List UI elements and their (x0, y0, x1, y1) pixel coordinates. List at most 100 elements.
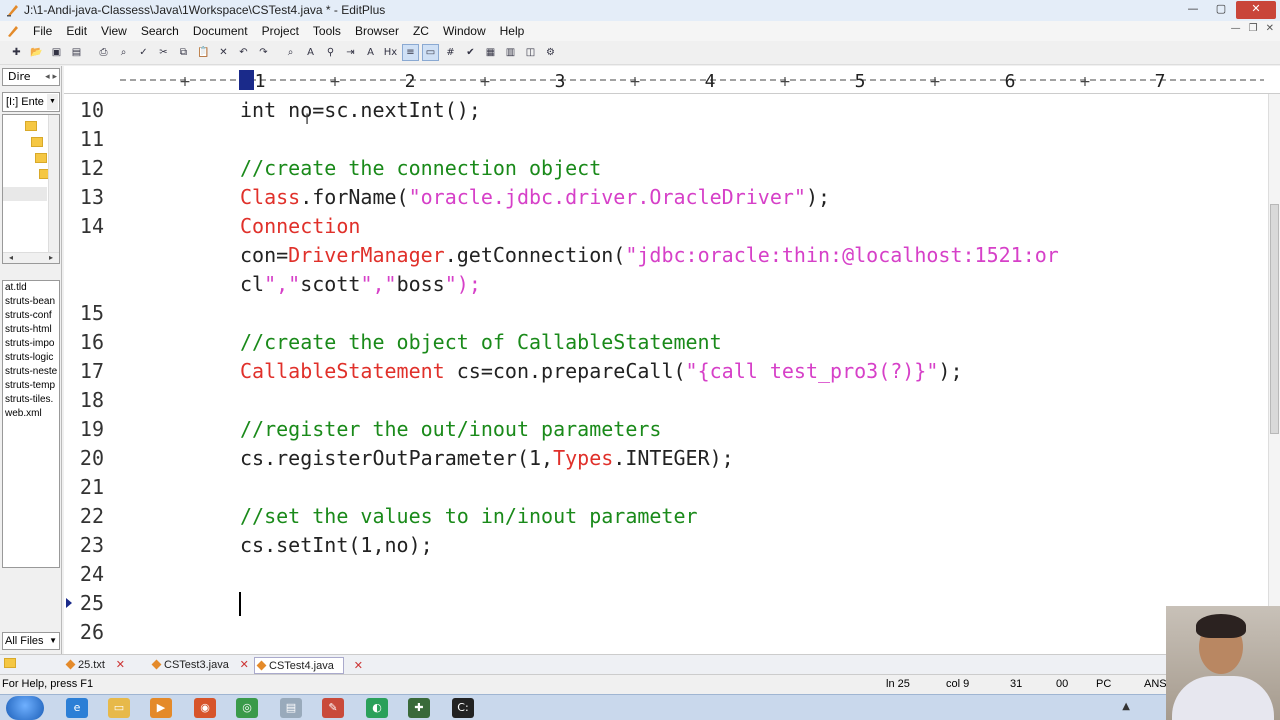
menu-file[interactable]: File (26, 24, 59, 38)
code-line[interactable]: 21 (64, 473, 1264, 502)
tab-arrows-icon[interactable]: ◂ ▸ (45, 69, 57, 85)
goto-icon[interactable]: ⇥ (342, 44, 359, 61)
close-tab-icon[interactable]: ✕ (116, 657, 125, 673)
firefox-icon[interactable]: ◉ (194, 698, 216, 718)
browser-icon[interactable]: ◫ (522, 44, 539, 61)
chrome-icon[interactable]: ◎ (236, 698, 258, 718)
list-item[interactable]: struts-tiles. (3, 393, 59, 407)
editor-scrollbar[interactable] (1268, 94, 1280, 654)
ie-icon[interactable]: e (66, 698, 88, 718)
mdi-minimize-icon[interactable]: — (1231, 23, 1241, 34)
folder-icon[interactable] (25, 121, 37, 131)
directory-tab[interactable]: Dire ◂ ▸ (2, 68, 60, 86)
find-in-files-icon[interactable]: ⚲ (322, 44, 339, 61)
editplus-taskbar-icon[interactable]: ✎ (322, 698, 344, 718)
ruler-icon[interactable]: ▭ (422, 44, 439, 61)
code-line[interactable]: 12 //create the connection object (64, 154, 1264, 183)
print-preview-icon[interactable]: ⌕ (115, 44, 132, 61)
close-tab-icon[interactable]: ✕ (354, 658, 363, 674)
menu-view[interactable]: View (94, 24, 134, 38)
code-line[interactable]: 18 (64, 386, 1264, 415)
file-filter-select[interactable]: All Files ▼ (2, 632, 60, 650)
menu-document[interactable]: Document (186, 24, 255, 38)
undo-icon[interactable]: ↶ (235, 44, 252, 61)
cliptext-icon[interactable]: ▦ (482, 44, 499, 61)
command-prompt-icon[interactable]: C: (452, 698, 474, 718)
menu-tools[interactable]: Tools (306, 24, 348, 38)
list-item[interactable]: struts-impo (3, 337, 59, 351)
word-wrap-icon[interactable]: ≡ (402, 44, 419, 61)
list-item[interactable]: struts-neste (3, 365, 59, 379)
code-line[interactable]: 23 cs.setInt(1,no); (64, 531, 1264, 560)
close-tab-icon[interactable]: ✕ (240, 657, 249, 673)
code-line[interactable]: 14 Connection (64, 212, 1264, 241)
tray-arrow-icon[interactable]: ▲ (1122, 701, 1130, 712)
folder-icon[interactable] (31, 137, 43, 147)
code-line[interactable]: 22 //set the values to in/inout parameter (64, 502, 1264, 531)
file-list[interactable]: at.tld struts-bean struts-conf struts-ht… (2, 280, 60, 568)
minimize-button[interactable]: — (1180, 1, 1206, 19)
chevron-down-icon[interactable]: ▼ (49, 633, 57, 649)
list-item[interactable]: struts-temp (3, 379, 59, 393)
find-icon[interactable]: ⌕ (282, 44, 299, 61)
code-line[interactable]: 11 (64, 125, 1264, 154)
menu-edit[interactable]: Edit (59, 24, 94, 38)
chevron-down-icon[interactable]: ▼ (47, 94, 58, 110)
directory-icon[interactable]: ▥ (502, 44, 519, 61)
camtasia-icon[interactable]: ◐ (366, 698, 388, 718)
puzzle-app-icon[interactable]: ✚ (408, 698, 430, 718)
tab-25-txt[interactable]: 25.txt ✕ (64, 657, 125, 674)
tree-scrollbar[interactable] (48, 115, 59, 263)
code-line[interactable]: 17 CallableStatement cs=con.prepareCall("… (64, 357, 1264, 386)
tree-hscrollbar[interactable]: ◂ ▸ (3, 252, 59, 263)
settings-icon[interactable]: ⚙ (542, 44, 559, 61)
cut-icon[interactable]: ✂ (155, 44, 172, 61)
code-editor[interactable]: 1 +2 +3 +4 +5 +6 +7 + 10 int no=sc.nextInt(); 11 1… (64, 66, 1280, 654)
line-number-icon[interactable]: # (442, 44, 459, 61)
redo-icon[interactable]: ↷ (255, 44, 272, 61)
code-line[interactable]: cl","scott","boss"); (64, 270, 1264, 299)
spellcheck-icon[interactable]: ✓ (135, 44, 152, 61)
directory-tree[interactable]: ◂ ▸ (2, 114, 60, 264)
code-line[interactable]: con=DriverManager.getConnection("jdbc:or… (64, 241, 1264, 270)
code-line[interactable]: 25 (64, 589, 1264, 618)
code-line[interactable]: 19 //register the out/inout parameters (64, 415, 1264, 444)
maximize-button[interactable]: ▢ (1208, 1, 1234, 19)
save-icon[interactable]: ▣ (48, 44, 65, 61)
list-item[interactable]: web.xml (3, 407, 59, 421)
code-line[interactable]: 13 Class.forName("oracle.jdbc.driver.Orac… (64, 183, 1264, 212)
save-all-icon[interactable]: ▤ (68, 44, 85, 61)
folder-app-icon[interactable]: ▤ (280, 698, 302, 718)
new-file-icon[interactable]: ✚ (8, 44, 25, 61)
menu-window[interactable]: Window (436, 24, 493, 38)
menu-search[interactable]: Search (134, 24, 186, 38)
close-button[interactable]: ✕ (1236, 1, 1276, 19)
folder-icon[interactable] (35, 153, 47, 163)
media-player-icon[interactable]: ▶ (150, 698, 172, 718)
code-line[interactable]: 24 (64, 560, 1264, 589)
explorer-icon[interactable]: ▭ (108, 698, 130, 718)
replace-icon[interactable]: A (302, 44, 319, 61)
mdi-close-icon[interactable]: ✕ (1266, 23, 1274, 34)
code-line[interactable]: 16 //create the object of CallableStateme… (64, 328, 1264, 357)
drive-selector[interactable]: [I:] Ente ▼ (2, 92, 60, 112)
list-item[interactable]: struts-conf (3, 309, 59, 323)
list-item[interactable]: struts-logic (3, 351, 59, 365)
menu-project[interactable]: Project (255, 24, 306, 38)
start-button-icon[interactable] (6, 696, 44, 720)
list-item[interactable]: at.tld (3, 281, 59, 295)
code-line[interactable]: 15 (64, 299, 1264, 328)
code-line[interactable]: 10 int no=sc.nextInt(); (64, 96, 1264, 125)
hex-icon[interactable]: Hx (382, 44, 399, 61)
open-folder-icon[interactable]: 📂 (28, 44, 45, 61)
code-line[interactable]: 20 cs.registerOutParameter(1,Types.INTEGE… (64, 444, 1264, 473)
delete-icon[interactable]: ✕ (215, 44, 232, 61)
tab-cstest4-java[interactable]: CSTest4.java ✕ (254, 657, 363, 674)
font-icon[interactable]: A (362, 44, 379, 61)
menu-browser[interactable]: Browser (348, 24, 406, 38)
folder-icon[interactable] (4, 658, 16, 668)
code-line[interactable]: 26 (64, 618, 1264, 647)
list-item[interactable]: struts-bean (3, 295, 59, 309)
print-icon[interactable]: ⎙ (95, 44, 112, 61)
check-icon[interactable]: ✔ (462, 44, 479, 61)
